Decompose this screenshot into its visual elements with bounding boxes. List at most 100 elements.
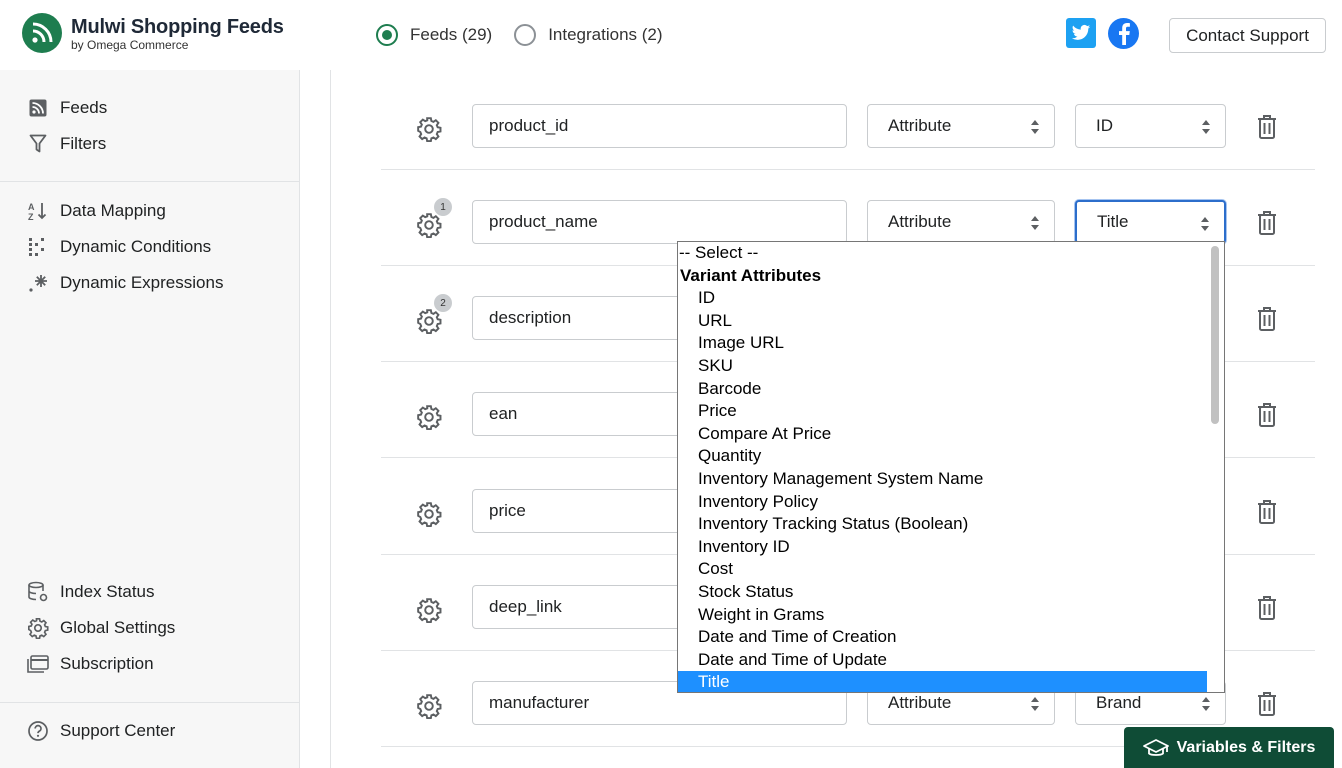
sidebar-item-label: Subscription xyxy=(60,654,154,673)
select-caret-icon xyxy=(1031,120,1039,134)
tab-integrations[interactable]: Integrations (2) xyxy=(514,24,663,46)
sidebar-group-support: Support Center xyxy=(0,713,299,749)
header: Mulwi Shopping Feeds by Omega Commerce F… xyxy=(0,0,1342,70)
dropdown-option[interactable]: Weight in Grams xyxy=(678,604,1224,627)
sidebar-item-global-settings[interactable]: Global Settings xyxy=(0,610,299,646)
dropdown-option[interactable]: Inventory ID xyxy=(678,536,1224,559)
attribute-value: Brand xyxy=(1096,693,1142,712)
radio-selected-icon[interactable] xyxy=(376,24,398,46)
sidebar-item-support-center[interactable]: Support Center xyxy=(0,713,299,749)
feed-tabs: Feeds (29) Integrations (2) xyxy=(376,24,685,46)
source-type-select[interactable]: Attribute xyxy=(867,104,1055,148)
sidebar-item-index-status[interactable]: Index Status xyxy=(0,574,299,610)
sidebar-item-filters[interactable]: Filters xyxy=(0,126,299,162)
sidebar-group-mapping: AZ Data Mapping Dynamic Conditions Dynam… xyxy=(0,193,299,301)
rss-logo-icon xyxy=(22,13,62,53)
trash-icon[interactable] xyxy=(1256,306,1278,332)
dropdown-option[interactable]: Date and Time of Update xyxy=(678,649,1224,672)
variables-filters-button[interactable]: Variables & Filters xyxy=(1124,727,1334,768)
sidebar-item-dynamic-expressions[interactable]: Dynamic Expressions xyxy=(0,265,299,301)
gear-icon[interactable] xyxy=(416,404,442,431)
sidebar-group-settings: Index Status Global Settings Subscriptio… xyxy=(0,574,299,682)
select-caret-icon xyxy=(1031,697,1039,711)
attribute-dropdown-list[interactable]: -- Select -- Variant Attributes ID URL I… xyxy=(677,241,1225,693)
scrollbar-thumb[interactable] xyxy=(1211,246,1219,424)
filter-icon xyxy=(27,133,49,155)
sidebar-item-label: Dynamic Expressions xyxy=(60,273,224,292)
gear-icon[interactable] xyxy=(416,212,442,239)
sidebar-item-dynamic-conditions[interactable]: Dynamic Conditions xyxy=(0,229,299,265)
select-caret-icon xyxy=(1202,697,1210,711)
trash-icon[interactable] xyxy=(1256,210,1278,236)
variables-filters-label: Variables & Filters xyxy=(1176,738,1316,756)
sidebar-item-label: Index Status xyxy=(60,582,155,601)
mapping-row: product_id Attribute ID xyxy=(381,74,1315,170)
field-name-input[interactable]: product_id xyxy=(472,104,847,148)
rss-icon xyxy=(27,97,49,119)
dropdown-option[interactable]: Compare At Price xyxy=(678,423,1224,446)
sidebar-item-label: Data Mapping xyxy=(60,201,166,220)
dropdown-option[interactable]: Image URL xyxy=(678,332,1224,355)
dropdown-option[interactable]: Inventory Management System Name xyxy=(678,468,1224,491)
sidebar-item-subscription[interactable]: Subscription xyxy=(0,646,299,682)
sidebar-item-label: Feeds xyxy=(60,98,108,117)
sidebar-item-feeds[interactable]: Feeds xyxy=(0,90,299,126)
select-caret-icon xyxy=(1201,217,1209,231)
gear-icon[interactable] xyxy=(416,693,442,720)
dropdown-option-placeholder[interactable]: -- Select -- xyxy=(678,242,1224,265)
tab-integrations-label: Integrations (2) xyxy=(548,25,663,44)
graduation-cap-icon xyxy=(1142,738,1169,758)
trash-icon[interactable] xyxy=(1256,114,1278,140)
sidebar-item-label: Filters xyxy=(60,134,107,153)
sidebar-item-data-mapping[interactable]: AZ Data Mapping xyxy=(0,193,299,229)
dropdown-scrollbar[interactable] xyxy=(1207,242,1224,692)
gear-icon[interactable] xyxy=(416,308,442,335)
gear-icon[interactable] xyxy=(416,597,442,624)
sidebar-divider xyxy=(0,702,299,703)
settings-count-badge: 2 xyxy=(434,294,452,312)
conditions-icon xyxy=(27,236,49,258)
source-type-value: Attribute xyxy=(888,693,952,712)
sidebar: Feeds Filters AZ Data Mapping Dynamic Co… xyxy=(0,70,300,768)
svg-text:Z: Z xyxy=(28,212,34,221)
sidebar-item-label: Global Settings xyxy=(60,618,176,637)
dropdown-option[interactable]: ID xyxy=(678,287,1224,310)
dropdown-option[interactable]: Price xyxy=(678,400,1224,423)
dropdown-option[interactable]: Inventory Policy xyxy=(678,491,1224,514)
dropdown-option[interactable]: Inventory Tracking Status (Boolean) xyxy=(678,513,1224,536)
dropdown-option[interactable]: URL xyxy=(678,310,1224,333)
tab-feeds[interactable]: Feeds (29) xyxy=(376,24,492,46)
dropdown-option[interactable]: SKU xyxy=(678,355,1224,378)
dropdown-option[interactable]: Cost xyxy=(678,558,1224,581)
contact-support-button[interactable]: Contact Support xyxy=(1169,18,1326,53)
trash-icon[interactable] xyxy=(1256,499,1278,525)
facebook-icon[interactable] xyxy=(1108,18,1139,49)
dropdown-option[interactable]: Barcode xyxy=(678,378,1224,401)
database-icon xyxy=(27,581,49,603)
twitter-icon[interactable] xyxy=(1066,18,1096,48)
gear-icon[interactable] xyxy=(416,116,442,143)
gear-icon xyxy=(27,617,49,639)
question-icon xyxy=(27,720,49,742)
radio-unselected-icon[interactable] xyxy=(514,24,537,46)
sidebar-divider xyxy=(0,181,299,182)
trash-icon[interactable] xyxy=(1256,402,1278,428)
attribute-select[interactable]: Title xyxy=(1075,200,1226,244)
attribute-value: Title xyxy=(1097,212,1129,231)
dropdown-option-selected[interactable]: Title xyxy=(678,671,1208,692)
select-caret-icon xyxy=(1031,216,1039,230)
dropdown-group-label: Variant Attributes xyxy=(680,265,822,285)
attribute-select[interactable]: ID xyxy=(1075,104,1226,148)
source-type-value: Attribute xyxy=(888,116,952,135)
trash-icon[interactable] xyxy=(1256,691,1278,717)
source-type-select[interactable]: Attribute xyxy=(867,200,1055,244)
svg-text:A: A xyxy=(28,202,35,212)
dropdown-option[interactable]: Date and Time of Creation xyxy=(678,626,1224,649)
brand[interactable]: Mulwi Shopping Feeds by Omega Commerce xyxy=(22,13,284,53)
brand-subtitle: by Omega Commerce xyxy=(71,38,189,52)
dropdown-option[interactable]: Quantity xyxy=(678,445,1224,468)
gear-icon[interactable] xyxy=(416,501,442,528)
trash-icon[interactable] xyxy=(1256,595,1278,621)
field-name-input[interactable]: product_name xyxy=(472,200,847,244)
dropdown-option[interactable]: Stock Status xyxy=(678,581,1224,604)
